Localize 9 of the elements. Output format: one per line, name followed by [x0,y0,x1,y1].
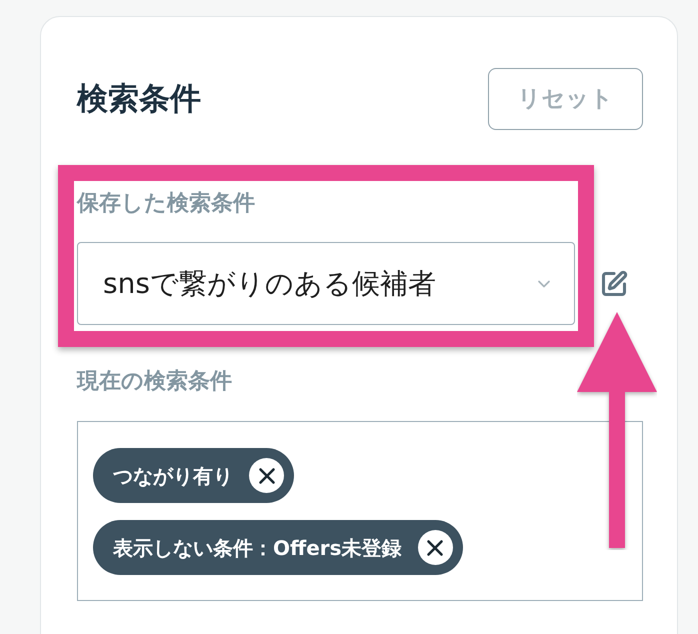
saved-search-label: 保存した検索条件 [77,190,255,218]
remove-icon[interactable] [418,530,453,565]
chip-label: つながり有り [113,462,233,490]
chip-label: 表示しない条件：Offers未登録 [113,534,402,562]
panel-title: 検索条件 [77,80,201,119]
saved-search-select[interactable]: snsで繋がりのある候補者 [77,242,575,325]
current-conditions-label: 現在の検索条件 [77,368,232,396]
edit-icon[interactable] [600,270,628,298]
remove-icon[interactable] [249,458,284,493]
